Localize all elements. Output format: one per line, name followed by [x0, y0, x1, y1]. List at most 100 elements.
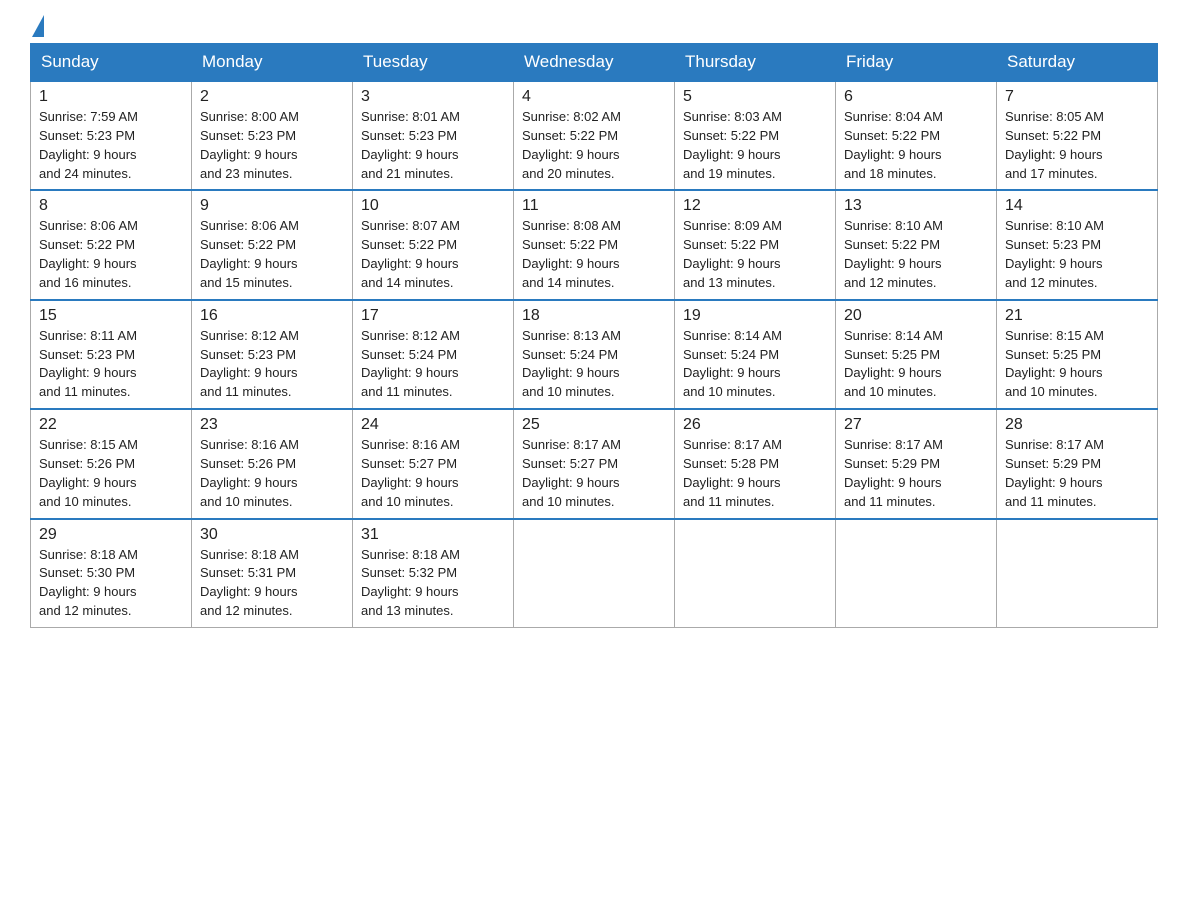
calendar-day-cell: 16 Sunrise: 8:12 AM Sunset: 5:23 PM Dayl…	[192, 300, 353, 409]
day-number: 23	[200, 416, 344, 434]
day-number: 17	[361, 307, 505, 325]
day-info: Sunrise: 8:12 AM Sunset: 5:24 PM Dayligh…	[361, 327, 505, 402]
day-of-week-header: Saturday	[997, 44, 1158, 82]
day-info: Sunrise: 8:14 AM Sunset: 5:25 PM Dayligh…	[844, 327, 988, 402]
calendar-table: SundayMondayTuesdayWednesdayThursdayFrid…	[30, 43, 1158, 628]
day-number: 24	[361, 416, 505, 434]
day-info: Sunrise: 8:06 AM Sunset: 5:22 PM Dayligh…	[200, 217, 344, 292]
calendar-header-row: SundayMondayTuesdayWednesdayThursdayFrid…	[31, 44, 1158, 82]
calendar-day-cell: 27 Sunrise: 8:17 AM Sunset: 5:29 PM Dayl…	[836, 409, 997, 518]
day-info: Sunrise: 8:12 AM Sunset: 5:23 PM Dayligh…	[200, 327, 344, 402]
day-number: 26	[683, 416, 827, 434]
day-info: Sunrise: 8:10 AM Sunset: 5:22 PM Dayligh…	[844, 217, 988, 292]
calendar-day-cell: 1 Sunrise: 7:59 AM Sunset: 5:23 PM Dayli…	[31, 81, 192, 190]
day-number: 8	[39, 197, 183, 215]
day-info: Sunrise: 8:09 AM Sunset: 5:22 PM Dayligh…	[683, 217, 827, 292]
day-number: 11	[522, 197, 666, 215]
calendar-day-cell: 9 Sunrise: 8:06 AM Sunset: 5:22 PM Dayli…	[192, 190, 353, 299]
calendar-day-cell: 23 Sunrise: 8:16 AM Sunset: 5:26 PM Dayl…	[192, 409, 353, 518]
day-info: Sunrise: 8:07 AM Sunset: 5:22 PM Dayligh…	[361, 217, 505, 292]
day-number: 4	[522, 88, 666, 106]
day-number: 15	[39, 307, 183, 325]
day-number: 5	[683, 88, 827, 106]
calendar-day-cell: 25 Sunrise: 8:17 AM Sunset: 5:27 PM Dayl…	[514, 409, 675, 518]
day-info: Sunrise: 8:02 AM Sunset: 5:22 PM Dayligh…	[522, 108, 666, 183]
logo-triangle-icon	[32, 15, 44, 37]
day-info: Sunrise: 8:17 AM Sunset: 5:28 PM Dayligh…	[683, 436, 827, 511]
calendar-day-cell: 17 Sunrise: 8:12 AM Sunset: 5:24 PM Dayl…	[353, 300, 514, 409]
calendar-day-cell: 11 Sunrise: 8:08 AM Sunset: 5:22 PM Dayl…	[514, 190, 675, 299]
day-info: Sunrise: 8:17 AM Sunset: 5:29 PM Dayligh…	[1005, 436, 1149, 511]
day-number: 2	[200, 88, 344, 106]
calendar-week-row: 1 Sunrise: 7:59 AM Sunset: 5:23 PM Dayli…	[31, 81, 1158, 190]
day-of-week-header: Monday	[192, 44, 353, 82]
day-info: Sunrise: 8:18 AM Sunset: 5:31 PM Dayligh…	[200, 546, 344, 621]
calendar-day-cell: 30 Sunrise: 8:18 AM Sunset: 5:31 PM Dayl…	[192, 519, 353, 628]
day-info: Sunrise: 8:17 AM Sunset: 5:29 PM Dayligh…	[844, 436, 988, 511]
day-info: Sunrise: 8:08 AM Sunset: 5:22 PM Dayligh…	[522, 217, 666, 292]
day-number: 16	[200, 307, 344, 325]
day-number: 18	[522, 307, 666, 325]
day-number: 29	[39, 526, 183, 544]
calendar-week-row: 22 Sunrise: 8:15 AM Sunset: 5:26 PM Dayl…	[31, 409, 1158, 518]
calendar-day-cell: 26 Sunrise: 8:17 AM Sunset: 5:28 PM Dayl…	[675, 409, 836, 518]
calendar-week-row: 15 Sunrise: 8:11 AM Sunset: 5:23 PM Dayl…	[31, 300, 1158, 409]
calendar-day-cell	[514, 519, 675, 628]
day-number: 13	[844, 197, 988, 215]
day-number: 27	[844, 416, 988, 434]
day-number: 10	[361, 197, 505, 215]
calendar-day-cell	[675, 519, 836, 628]
calendar-day-cell: 5 Sunrise: 8:03 AM Sunset: 5:22 PM Dayli…	[675, 81, 836, 190]
calendar-day-cell: 12 Sunrise: 8:09 AM Sunset: 5:22 PM Dayl…	[675, 190, 836, 299]
calendar-week-row: 29 Sunrise: 8:18 AM Sunset: 5:30 PM Dayl…	[31, 519, 1158, 628]
day-info: Sunrise: 8:14 AM Sunset: 5:24 PM Dayligh…	[683, 327, 827, 402]
day-number: 31	[361, 526, 505, 544]
day-number: 14	[1005, 197, 1149, 215]
calendar-day-cell: 28 Sunrise: 8:17 AM Sunset: 5:29 PM Dayl…	[997, 409, 1158, 518]
calendar-day-cell: 6 Sunrise: 8:04 AM Sunset: 5:22 PM Dayli…	[836, 81, 997, 190]
day-number: 9	[200, 197, 344, 215]
day-of-week-header: Thursday	[675, 44, 836, 82]
day-info: Sunrise: 8:15 AM Sunset: 5:26 PM Dayligh…	[39, 436, 183, 511]
day-info: Sunrise: 8:00 AM Sunset: 5:23 PM Dayligh…	[200, 108, 344, 183]
calendar-day-cell: 20 Sunrise: 8:14 AM Sunset: 5:25 PM Dayl…	[836, 300, 997, 409]
calendar-day-cell: 21 Sunrise: 8:15 AM Sunset: 5:25 PM Dayl…	[997, 300, 1158, 409]
day-number: 1	[39, 88, 183, 106]
calendar-day-cell: 18 Sunrise: 8:13 AM Sunset: 5:24 PM Dayl…	[514, 300, 675, 409]
calendar-day-cell: 13 Sunrise: 8:10 AM Sunset: 5:22 PM Dayl…	[836, 190, 997, 299]
day-number: 3	[361, 88, 505, 106]
day-info: Sunrise: 8:16 AM Sunset: 5:26 PM Dayligh…	[200, 436, 344, 511]
day-number: 6	[844, 88, 988, 106]
day-of-week-header: Tuesday	[353, 44, 514, 82]
day-info: Sunrise: 8:13 AM Sunset: 5:24 PM Dayligh…	[522, 327, 666, 402]
day-info: Sunrise: 8:10 AM Sunset: 5:23 PM Dayligh…	[1005, 217, 1149, 292]
calendar-day-cell: 15 Sunrise: 8:11 AM Sunset: 5:23 PM Dayl…	[31, 300, 192, 409]
calendar-day-cell: 8 Sunrise: 8:06 AM Sunset: 5:22 PM Dayli…	[31, 190, 192, 299]
calendar-day-cell	[997, 519, 1158, 628]
calendar-day-cell: 7 Sunrise: 8:05 AM Sunset: 5:22 PM Dayli…	[997, 81, 1158, 190]
calendar-day-cell: 3 Sunrise: 8:01 AM Sunset: 5:23 PM Dayli…	[353, 81, 514, 190]
calendar-day-cell: 14 Sunrise: 8:10 AM Sunset: 5:23 PM Dayl…	[997, 190, 1158, 299]
day-number: 12	[683, 197, 827, 215]
day-info: Sunrise: 8:18 AM Sunset: 5:32 PM Dayligh…	[361, 546, 505, 621]
day-number: 22	[39, 416, 183, 434]
calendar-day-cell: 19 Sunrise: 8:14 AM Sunset: 5:24 PM Dayl…	[675, 300, 836, 409]
calendar-day-cell: 29 Sunrise: 8:18 AM Sunset: 5:30 PM Dayl…	[31, 519, 192, 628]
logo	[30, 20, 44, 33]
calendar-day-cell	[836, 519, 997, 628]
day-number: 20	[844, 307, 988, 325]
day-of-week-header: Sunday	[31, 44, 192, 82]
page-header	[30, 20, 1158, 33]
day-number: 28	[1005, 416, 1149, 434]
day-info: Sunrise: 8:06 AM Sunset: 5:22 PM Dayligh…	[39, 217, 183, 292]
day-number: 21	[1005, 307, 1149, 325]
calendar-day-cell: 31 Sunrise: 8:18 AM Sunset: 5:32 PM Dayl…	[353, 519, 514, 628]
calendar-day-cell: 24 Sunrise: 8:16 AM Sunset: 5:27 PM Dayl…	[353, 409, 514, 518]
calendar-week-row: 8 Sunrise: 8:06 AM Sunset: 5:22 PM Dayli…	[31, 190, 1158, 299]
day-of-week-header: Wednesday	[514, 44, 675, 82]
day-info: Sunrise: 7:59 AM Sunset: 5:23 PM Dayligh…	[39, 108, 183, 183]
day-info: Sunrise: 8:04 AM Sunset: 5:22 PM Dayligh…	[844, 108, 988, 183]
day-info: Sunrise: 8:15 AM Sunset: 5:25 PM Dayligh…	[1005, 327, 1149, 402]
day-info: Sunrise: 8:16 AM Sunset: 5:27 PM Dayligh…	[361, 436, 505, 511]
day-info: Sunrise: 8:03 AM Sunset: 5:22 PM Dayligh…	[683, 108, 827, 183]
